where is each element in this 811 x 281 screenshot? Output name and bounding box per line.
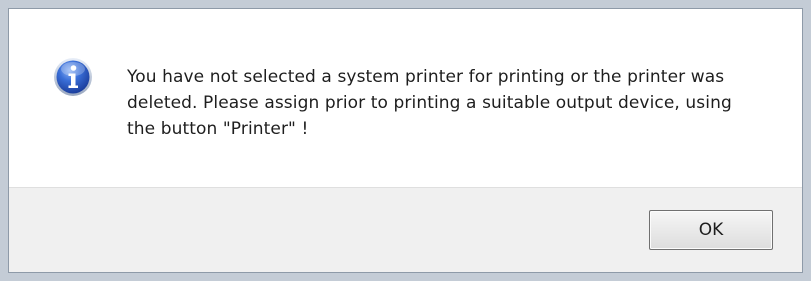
dialog-content: You have not selected a system printer f… xyxy=(9,9,802,187)
message-dialog: You have not selected a system printer f… xyxy=(0,0,811,281)
dialog-message: You have not selected a system printer f… xyxy=(127,67,732,139)
dialog-body: You have not selected a system printer f… xyxy=(8,8,803,273)
ok-button[interactable]: OK xyxy=(649,210,773,250)
dialog-button-bar: OK xyxy=(9,187,802,272)
info-icon xyxy=(53,57,93,97)
